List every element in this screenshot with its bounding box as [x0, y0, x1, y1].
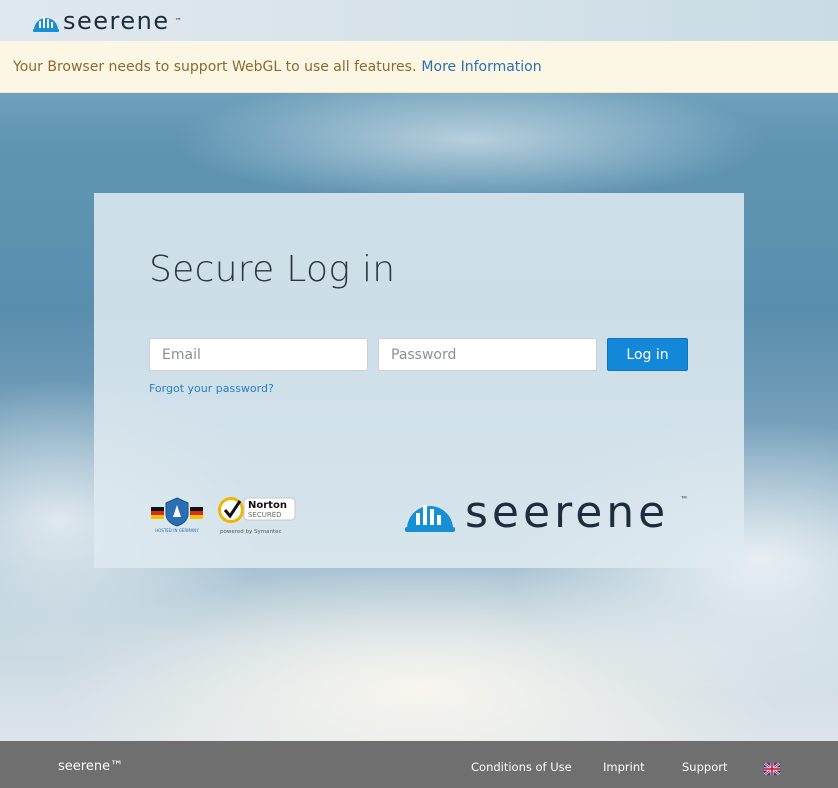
email-field[interactable]: [149, 338, 368, 371]
header-logo[interactable]: seerene ™: [33, 9, 182, 33]
header-brand-name: seerene: [63, 6, 170, 35]
svg-text:SECURED: SECURED: [248, 511, 282, 519]
webgl-warning-banner: Your Browser needs to support WebGL to u…: [0, 41, 838, 93]
svg-text:powered by Symantec: powered by Symantec: [220, 529, 282, 535]
conditions-of-use-link[interactable]: Conditions of Use: [471, 760, 572, 774]
card-trademark: ™: [680, 495, 689, 504]
more-information-link[interactable]: More Information: [421, 59, 541, 75]
warning-message: Your Browser needs to support WebGL to u…: [13, 58, 417, 75]
support-link[interactable]: Support: [682, 760, 727, 774]
hosted-in-germany-badge: HOSTED IN GERMANY: [150, 496, 204, 538]
imprint-link[interactable]: Imprint: [603, 760, 645, 774]
login-card: Secure Log in Log in Forgot your passwor…: [94, 193, 744, 568]
top-header: seerene ™: [0, 0, 838, 41]
footer: seerene™ Conditions of Use Imprint Suppo…: [0, 741, 838, 788]
seerene-logo-icon: [405, 489, 455, 537]
password-field[interactable]: [378, 338, 597, 371]
card-logo: seerene ™: [405, 489, 688, 537]
seerene-logo-icon: [33, 10, 59, 32]
login-button[interactable]: Log in: [607, 338, 688, 371]
uk-flag-icon[interactable]: [763, 760, 781, 779]
footer-copyright: seerene™: [58, 759, 124, 774]
header-trademark: ™: [174, 16, 182, 25]
login-title: Secure Log in: [149, 249, 396, 290]
card-brand-name: seerene: [465, 487, 670, 538]
svg-text:Norton: Norton: [248, 500, 287, 511]
svg-text:HOSTED IN GERMANY: HOSTED IN GERMANY: [155, 528, 199, 533]
norton-secured-badge: Norton SECURED powered by Symantec: [216, 493, 298, 541]
forgot-password-link[interactable]: Forgot your password?: [149, 382, 274, 395]
